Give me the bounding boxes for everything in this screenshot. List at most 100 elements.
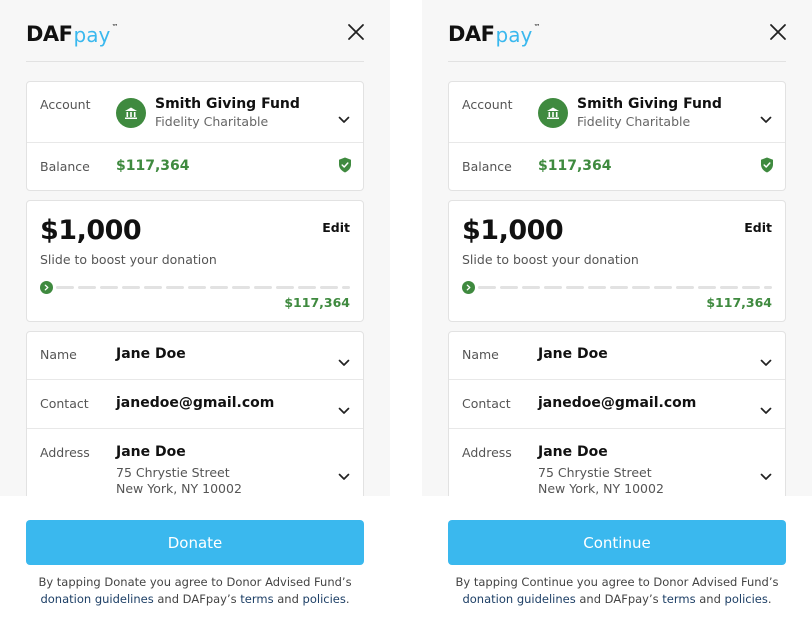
donation-slider[interactable] [462, 281, 772, 294]
fund-provider: Fidelity Charitable [577, 114, 691, 129]
checkout-panel-continue: DAF pay ™ Account Smith Giving Fund Fide… [422, 0, 812, 637]
fund-name: Smith Giving Fund [577, 96, 722, 112]
logo-daf: DAF [448, 22, 495, 46]
chevron-down-icon[interactable] [760, 109, 772, 123]
legal-mid: and DAFpay’s [575, 591, 663, 606]
boost-hint: Slide to boost your donation [462, 252, 639, 267]
chevron-down-icon[interactable] [760, 352, 772, 366]
legal-text: By tapping Donate you agree to Donor Adv… [0, 574, 390, 607]
donate-button[interactable]: Donate [26, 520, 364, 565]
chevron-down-icon[interactable] [760, 400, 772, 414]
account-label: Account [40, 97, 91, 112]
address-street: 75 Chrystie Street [116, 465, 230, 480]
chevron-down-icon[interactable] [338, 352, 350, 366]
legal-prefix: By tapping Donate you agree to Donor Adv… [38, 575, 352, 589]
account-card: Account Smith Giving Fund Fidelity Chari… [26, 81, 364, 191]
address-street: 75 Chrystie Street [538, 465, 652, 480]
slider-tick [100, 286, 118, 289]
logo-trademark: ™ [111, 23, 119, 31]
slider-tick [654, 286, 672, 289]
donation-guidelines-link[interactable]: donation guidelines [462, 592, 575, 606]
shield-check-icon [338, 157, 352, 173]
close-icon[interactable] [768, 22, 788, 42]
logo-pay: pay [73, 23, 111, 47]
donor-name: Jane Doe [538, 346, 608, 362]
row-divider [27, 142, 363, 143]
slider-tick [56, 286, 74, 289]
logo-pay: pay [495, 23, 533, 47]
name-label: Name [462, 347, 499, 362]
chevron-down-icon[interactable] [760, 466, 772, 480]
balance-value: $117,364 [538, 158, 612, 174]
balance-label: Balance [40, 159, 90, 174]
legal-mid: and [695, 591, 725, 606]
slider-max-value: $117,364 [284, 295, 350, 310]
contact-label: Contact [462, 396, 511, 411]
chevron-right-icon [44, 284, 49, 291]
row-divider [449, 428, 785, 429]
terms-link[interactable]: terms [240, 592, 273, 606]
dafpay-logo: DAF pay ™ [448, 20, 540, 48]
chevron-right-icon [466, 284, 471, 291]
slider-handle[interactable] [40, 281, 53, 294]
donation-guidelines-link[interactable]: donation guidelines [40, 592, 153, 606]
row-divider [27, 379, 363, 380]
slider-tick [522, 286, 540, 289]
dafpay-logo: DAF pay ™ [26, 20, 118, 48]
legal-prefix: By tapping Continue you agree to Donor A… [455, 575, 779, 589]
slider-tick [254, 286, 272, 289]
slider-tick [610, 286, 628, 289]
balance-label: Balance [462, 159, 512, 174]
fund-name: Smith Giving Fund [155, 96, 300, 112]
chevron-down-icon[interactable] [338, 400, 350, 414]
policies-link[interactable]: policies [725, 592, 768, 606]
donation-slider[interactable] [40, 281, 350, 294]
edit-amount-button[interactable]: Edit [744, 220, 772, 235]
bank-icon [538, 98, 568, 128]
footer: Continue By tapping Continue you agree t… [422, 496, 812, 637]
address-label: Address [40, 445, 90, 460]
close-icon[interactable] [346, 22, 366, 42]
donor-email: janedoe@gmail.com [538, 395, 697, 411]
row-divider [449, 142, 785, 143]
slider-tick [210, 286, 228, 289]
chevron-down-icon[interactable] [338, 109, 350, 123]
chevron-down-icon[interactable] [338, 466, 350, 480]
slider-tick [566, 286, 584, 289]
contact-label: Contact [40, 396, 89, 411]
header-divider [26, 61, 364, 62]
slider-tick [676, 286, 694, 289]
logo-trademark: ™ [533, 23, 541, 31]
legal-mid: and DAFpay’s [153, 591, 241, 606]
slider-tick [742, 286, 760, 289]
shield-check-icon [760, 157, 774, 173]
footer: Donate By tapping Donate you agree to Do… [0, 496, 390, 637]
address-city: New York, NY 10002 [538, 481, 664, 496]
edit-amount-button[interactable]: Edit [322, 220, 350, 235]
slider-tick [78, 286, 96, 289]
slider-tick [588, 286, 606, 289]
terms-link[interactable]: terms [662, 592, 695, 606]
legal-text: By tapping Continue you agree to Donor A… [422, 574, 812, 607]
policies-link[interactable]: policies [303, 592, 346, 606]
slider-tick [342, 286, 350, 289]
slider-tick [632, 286, 650, 289]
slider-tick [232, 286, 250, 289]
slider-tick [298, 286, 316, 289]
donation-amount: $1,000 [462, 215, 564, 246]
donation-card: $1,000 Edit Slide to boost your donation… [448, 200, 786, 322]
slider-tick [764, 286, 772, 289]
slider-tick [544, 286, 562, 289]
slider-tick [720, 286, 738, 289]
account-card: Account Smith Giving Fund Fidelity Chari… [448, 81, 786, 191]
continue-button[interactable]: Continue [448, 520, 786, 565]
balance-value: $117,364 [116, 158, 190, 174]
legal-mid: and [273, 591, 303, 606]
logo-daf: DAF [26, 22, 73, 46]
slider-tick [478, 286, 496, 289]
slider-tick [698, 286, 716, 289]
legal-suffix: . [767, 591, 772, 606]
slider-handle[interactable] [462, 281, 475, 294]
donation-card: $1,000 Edit Slide to boost your donation… [26, 200, 364, 322]
slider-tick [188, 286, 206, 289]
